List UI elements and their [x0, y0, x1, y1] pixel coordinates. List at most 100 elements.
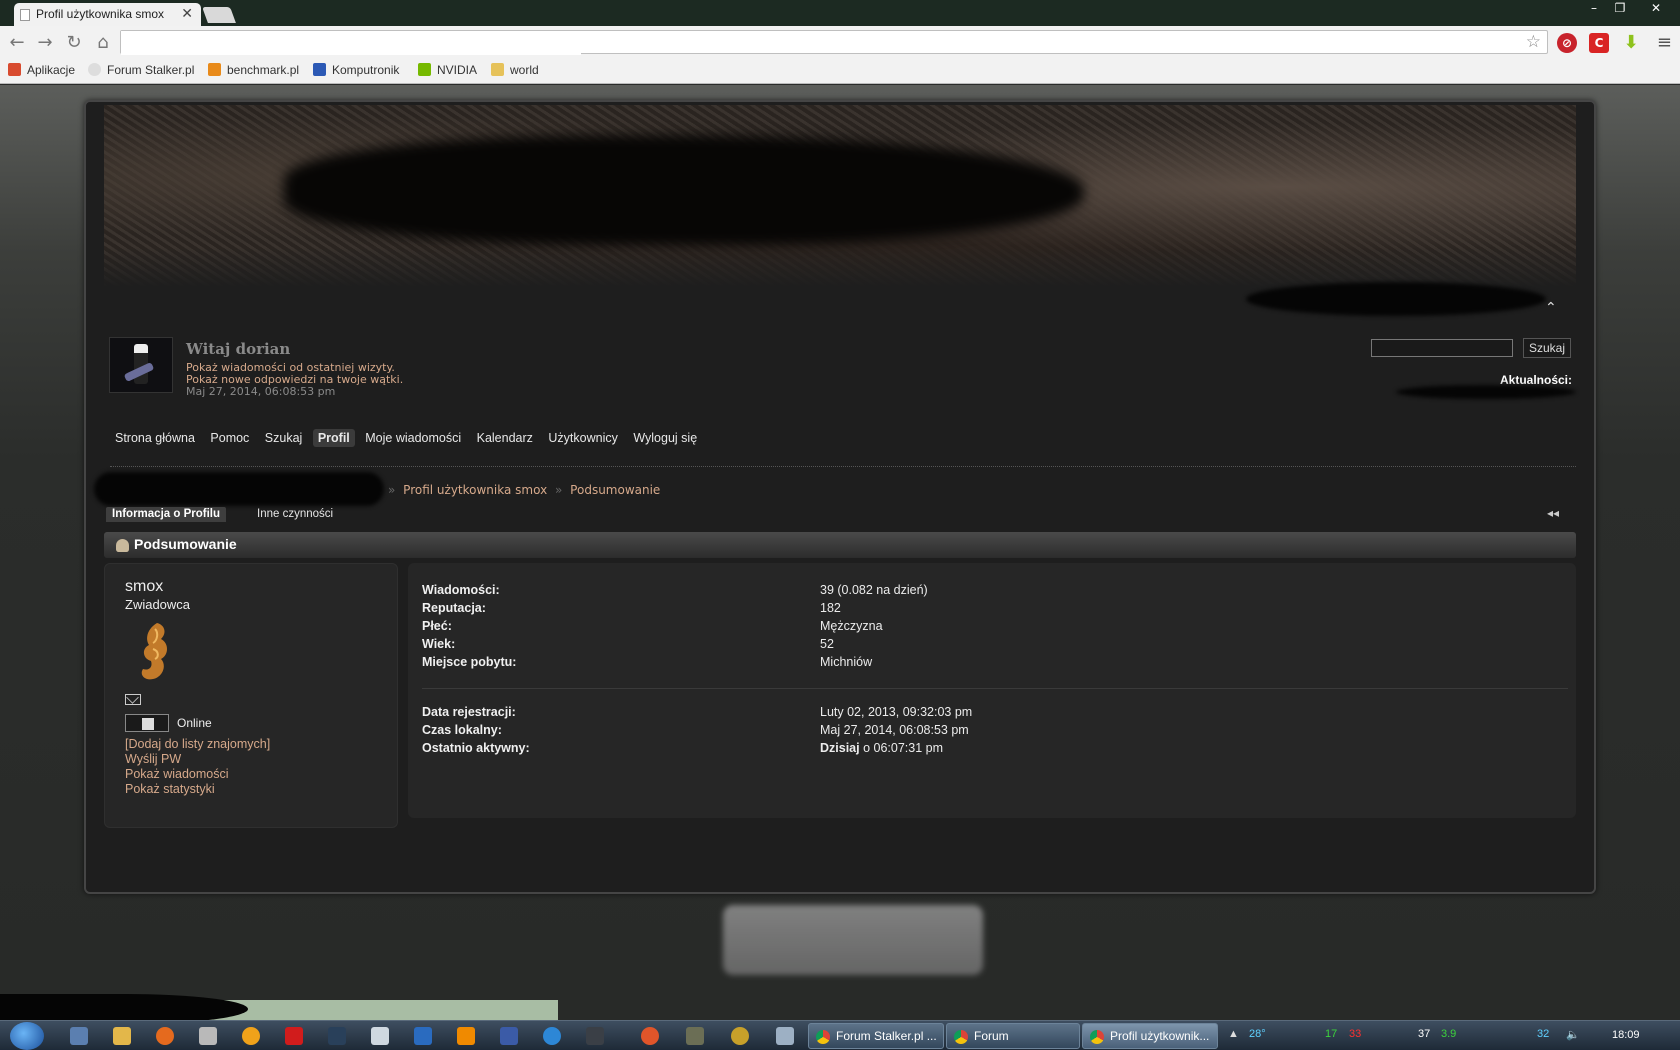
tab-other-actions[interactable]: Inne czynności — [257, 507, 333, 521]
show-hidden-icons[interactable]: ▲ — [1228, 1028, 1239, 1040]
window-close-button[interactable]: ✕ — [1645, 1, 1667, 15]
email-icon[interactable] — [125, 694, 141, 705]
nav-calendar[interactable]: Kalendarz — [472, 429, 538, 447]
taskbar-chrome-profile[interactable]: Profil użytkownik... — [1082, 1023, 1218, 1049]
nav-logout[interactable]: Wyloguj się — [628, 429, 702, 447]
date-label: Data rejestracji: — [422, 705, 516, 719]
star-icon — [313, 63, 326, 76]
bookmark-world[interactable]: world — [491, 63, 539, 77]
windows-taskbar: Forum Stalker.pl ... Forum Profil użytko… — [0, 1020, 1680, 1050]
stat-label: Wiadomości: — [422, 583, 500, 597]
window-icon[interactable] — [776, 1027, 794, 1045]
ccleaner-icon[interactable] — [543, 1027, 561, 1045]
page-favicon-icon — [20, 9, 30, 21]
nav-members[interactable]: Użytkownicy — [543, 429, 622, 447]
taskbar-chrome-forum-2[interactable]: Forum — [946, 1023, 1080, 1049]
download-icon[interactable]: ⬇ — [1621, 33, 1641, 53]
c-extension-icon[interactable]: C — [1589, 33, 1609, 53]
desktop-icon[interactable] — [70, 1027, 88, 1045]
redacted-footer — [723, 905, 983, 975]
avatar — [109, 337, 173, 393]
address-bar[interactable]: ☆ — [120, 30, 1548, 55]
new-tab-button[interactable] — [202, 7, 236, 23]
restore-button[interactable]: ❐ — [1609, 1, 1631, 15]
breadcrumb-profile-link[interactable]: Profil użytkownika smox — [403, 483, 547, 497]
nav-messages[interactable]: Moje wiadomości — [360, 429, 466, 447]
wifi-icon[interactable] — [328, 1027, 346, 1045]
volume-icon[interactable]: 🔈 — [1566, 1028, 1580, 1041]
main-nav: Strona główna Pomoc Szukaj Profil Moje w… — [110, 429, 704, 449]
start-button[interactable] — [10, 1022, 44, 1050]
user-icon — [116, 539, 129, 552]
greeting: Witaj dorian — [186, 340, 291, 358]
bookmark-nvidia[interactable]: NVIDIA — [418, 63, 477, 77]
vlc-icon[interactable] — [457, 1027, 475, 1045]
show-stats-link[interactable]: Pokaż statystyki — [125, 782, 215, 796]
search-button[interactable]: Szukaj — [1523, 338, 1571, 358]
archive-icon[interactable] — [500, 1027, 518, 1045]
forward-icon[interactable]: → — [34, 32, 56, 53]
collapse-header-icon[interactable]: ⌃ — [1545, 300, 1557, 316]
b-icon — [208, 63, 221, 76]
plane-icon[interactable] — [371, 1027, 389, 1045]
user-card: smox Zwiadowca Online [Dodaj do listy zn… — [104, 563, 398, 828]
tray-value: 33 — [1349, 1028, 1362, 1040]
send-pm-link[interactable]: Wyślij PW — [125, 752, 181, 766]
stat-label: Miejsce pobytu: — [422, 655, 517, 669]
back-icon[interactable]: ← — [6, 32, 28, 53]
game-icon[interactable] — [686, 1027, 704, 1045]
nav-home[interactable]: Strona główna — [110, 429, 200, 447]
profile-details: Wiadomości: 39 (0.082 na dzień) Reputacj… — [408, 563, 1576, 818]
apps-icon — [8, 63, 21, 76]
stat-value: 52 — [820, 637, 834, 651]
tab-close-icon[interactable]: ✕ — [181, 5, 193, 22]
forum-container: ⌃ Witaj dorian Pokaż wiadomości od ostat… — [84, 100, 1596, 894]
stat-value: Mężczyzna — [820, 619, 883, 633]
explorer-icon[interactable] — [113, 1027, 131, 1045]
reload-icon[interactable]: ↻ — [63, 32, 85, 53]
bookmark-forum-stalker[interactable]: Forum Stalker.pl — [88, 63, 194, 77]
chrome-icon — [954, 1030, 968, 1044]
search-input[interactable] — [1371, 339, 1513, 357]
origin-icon[interactable] — [641, 1027, 659, 1045]
breadcrumb-summary-link[interactable]: Podsumowanie — [570, 483, 660, 497]
redacted-news — [1396, 385, 1576, 399]
username: smox — [125, 578, 164, 595]
app-icon[interactable] — [242, 1027, 260, 1045]
show-posts-link[interactable]: Pokaż wiadomości — [125, 767, 229, 781]
clock: 18:09 — [1612, 1029, 1640, 1041]
tab-profile-info[interactable]: Informacja o Profilu — [106, 507, 226, 522]
taskbar-chrome-forum[interactable]: Forum Stalker.pl ... — [808, 1023, 944, 1049]
home-icon[interactable]: ⌂ — [92, 32, 114, 53]
radiation-icon[interactable] — [731, 1027, 749, 1045]
minimize-button[interactable]: – — [1583, 1, 1605, 15]
online-status: Online — [177, 716, 212, 730]
date-value: Maj 27, 2014, 06:08:53 pm — [820, 723, 969, 737]
firefox-icon[interactable] — [156, 1027, 174, 1045]
add-friend-link[interactable]: [Dodaj do listy znajomych] — [125, 737, 270, 751]
bookmark-komputronik[interactable]: Komputronik — [313, 63, 399, 77]
steam-icon[interactable] — [586, 1027, 604, 1045]
cpu-temp: 28° — [1249, 1028, 1266, 1040]
browser-tab[interactable]: Profil użytkownika smox ✕ — [14, 3, 201, 26]
bookmark-benchmark[interactable]: benchmark.pl — [208, 63, 299, 77]
malwarebytes-icon[interactable] — [414, 1027, 432, 1045]
chrome-icon — [816, 1030, 830, 1044]
date-label: Czas lokalny: — [422, 723, 502, 737]
divider — [422, 688, 1568, 689]
nvidia-icon — [418, 63, 431, 76]
bookmark-aplikacje[interactable]: Aplikacje — [8, 63, 75, 77]
nav-profile[interactable]: Profil — [312, 429, 355, 447]
nav-search[interactable]: Szukaj — [260, 429, 308, 447]
date-value: Luty 02, 2013, 09:32:03 pm — [820, 705, 973, 719]
nav-help[interactable]: Pomoc — [205, 429, 254, 447]
tab-title: Profil użytkownika smox — [36, 7, 165, 21]
stat-value: Michniów — [820, 655, 873, 669]
tool-icon[interactable] — [199, 1027, 217, 1045]
h-icon[interactable] — [285, 1027, 303, 1045]
adblock-icon[interactable]: ⊘ — [1557, 33, 1577, 53]
bookmark-star-icon[interactable]: ☆ — [1526, 32, 1541, 52]
collapse-menu-icon[interactable]: ◂◂ — [1547, 506, 1559, 520]
redacted-breadcrumb — [94, 472, 384, 506]
chrome-menu-icon[interactable]: ≡ — [1657, 32, 1672, 53]
